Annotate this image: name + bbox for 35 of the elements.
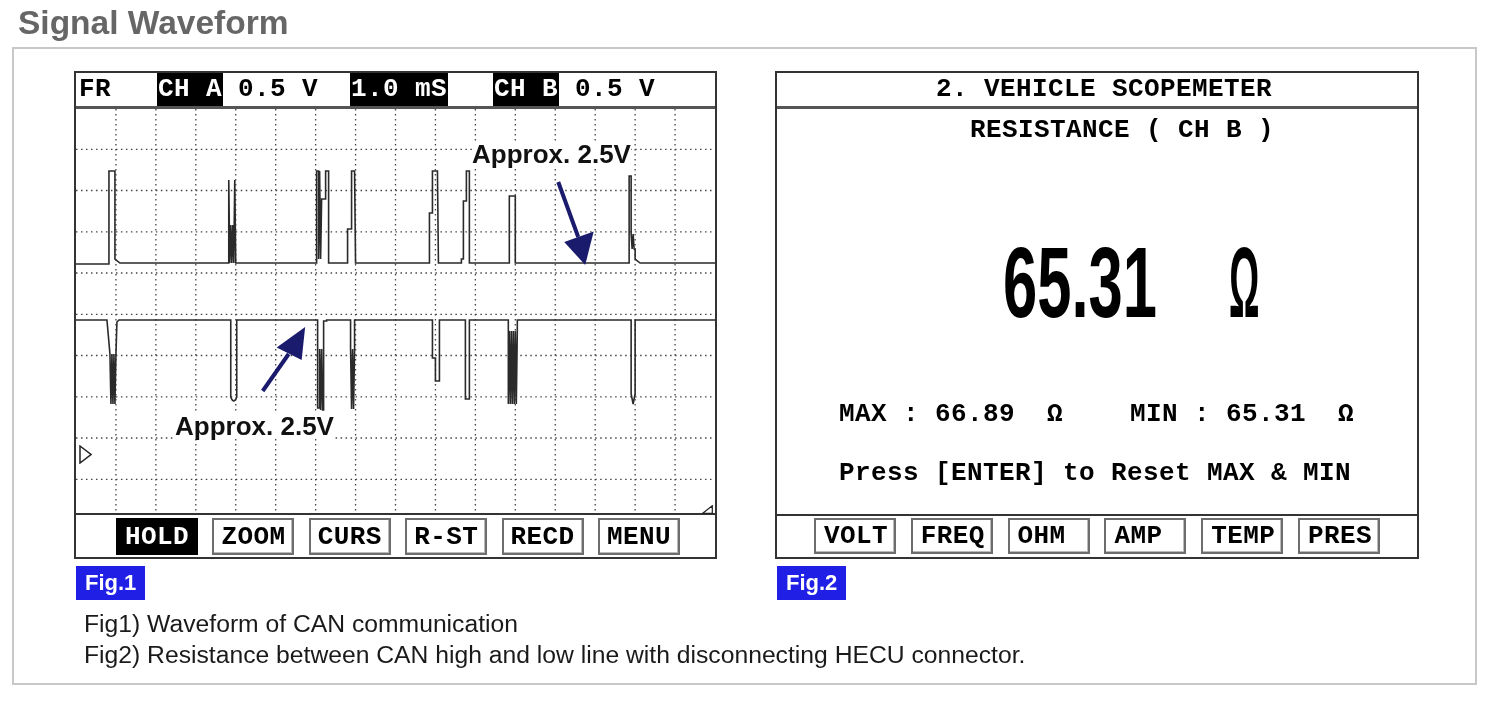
header-label: FR (78, 73, 112, 106)
resistance-reading: 65.31 (1003, 242, 1157, 322)
softkey-button[interactable]: R-ST (405, 518, 488, 555)
softkey-button[interactable]: RECD (501, 518, 584, 555)
softkey-button[interactable]: CURS (308, 518, 391, 555)
header-label: 1.0 mS (350, 73, 448, 106)
trigger-marker-icon (79, 445, 92, 464)
page-title: Signal Waveform (18, 4, 289, 42)
caption-text: Fig2) Resistance between CAN high and low line with disconnecting HECU connector. (84, 640, 1026, 670)
annotation-label: Approx. 2.5V (472, 141, 631, 167)
annotation-label: Approx. 2.5V (175, 413, 334, 439)
header-label: CH B (493, 73, 559, 106)
header-label: CH A (157, 73, 223, 106)
instruction-text: Press [ENTER] to Reset MAX & MIN (839, 460, 1352, 486)
annotation-arrow (261, 327, 306, 393)
caption-text: Fig1) Waveform of CAN communication (84, 609, 518, 639)
softkey-button[interactable]: ZOOM (212, 518, 295, 555)
softkey-button[interactable]: TEMP (1201, 518, 1284, 554)
unit-symbol: Ω (1229, 242, 1260, 322)
softkey-button[interactable]: VOLT (814, 518, 896, 554)
softkey-button[interactable]: AMP (1104, 518, 1187, 554)
softkey-button[interactable]: FREQ (910, 518, 993, 554)
softkey-button[interactable]: MENU (597, 518, 680, 555)
softkey-button[interactable]: PRES (1298, 518, 1380, 554)
softkey-button[interactable]: OHM (1007, 518, 1090, 554)
softkey-button[interactable]: HOLD (116, 518, 198, 555)
min-reading: MIN : 65.31 Ω (1130, 401, 1355, 427)
max-reading: MAX : 66.89 Ω (839, 401, 1064, 427)
measurement-mode-label: RESISTANCE ( CH B ) (970, 117, 1275, 143)
header-label: 0.5 V (574, 73, 656, 106)
figure-label: Fig.2 (777, 566, 847, 600)
header-label: 0.5 V (237, 73, 319, 106)
figure-label: Fig.1 (76, 566, 146, 600)
screen-title: 2. VEHICLE SCOPEMETER (936, 73, 1273, 106)
corner-marker-icon (702, 505, 713, 514)
